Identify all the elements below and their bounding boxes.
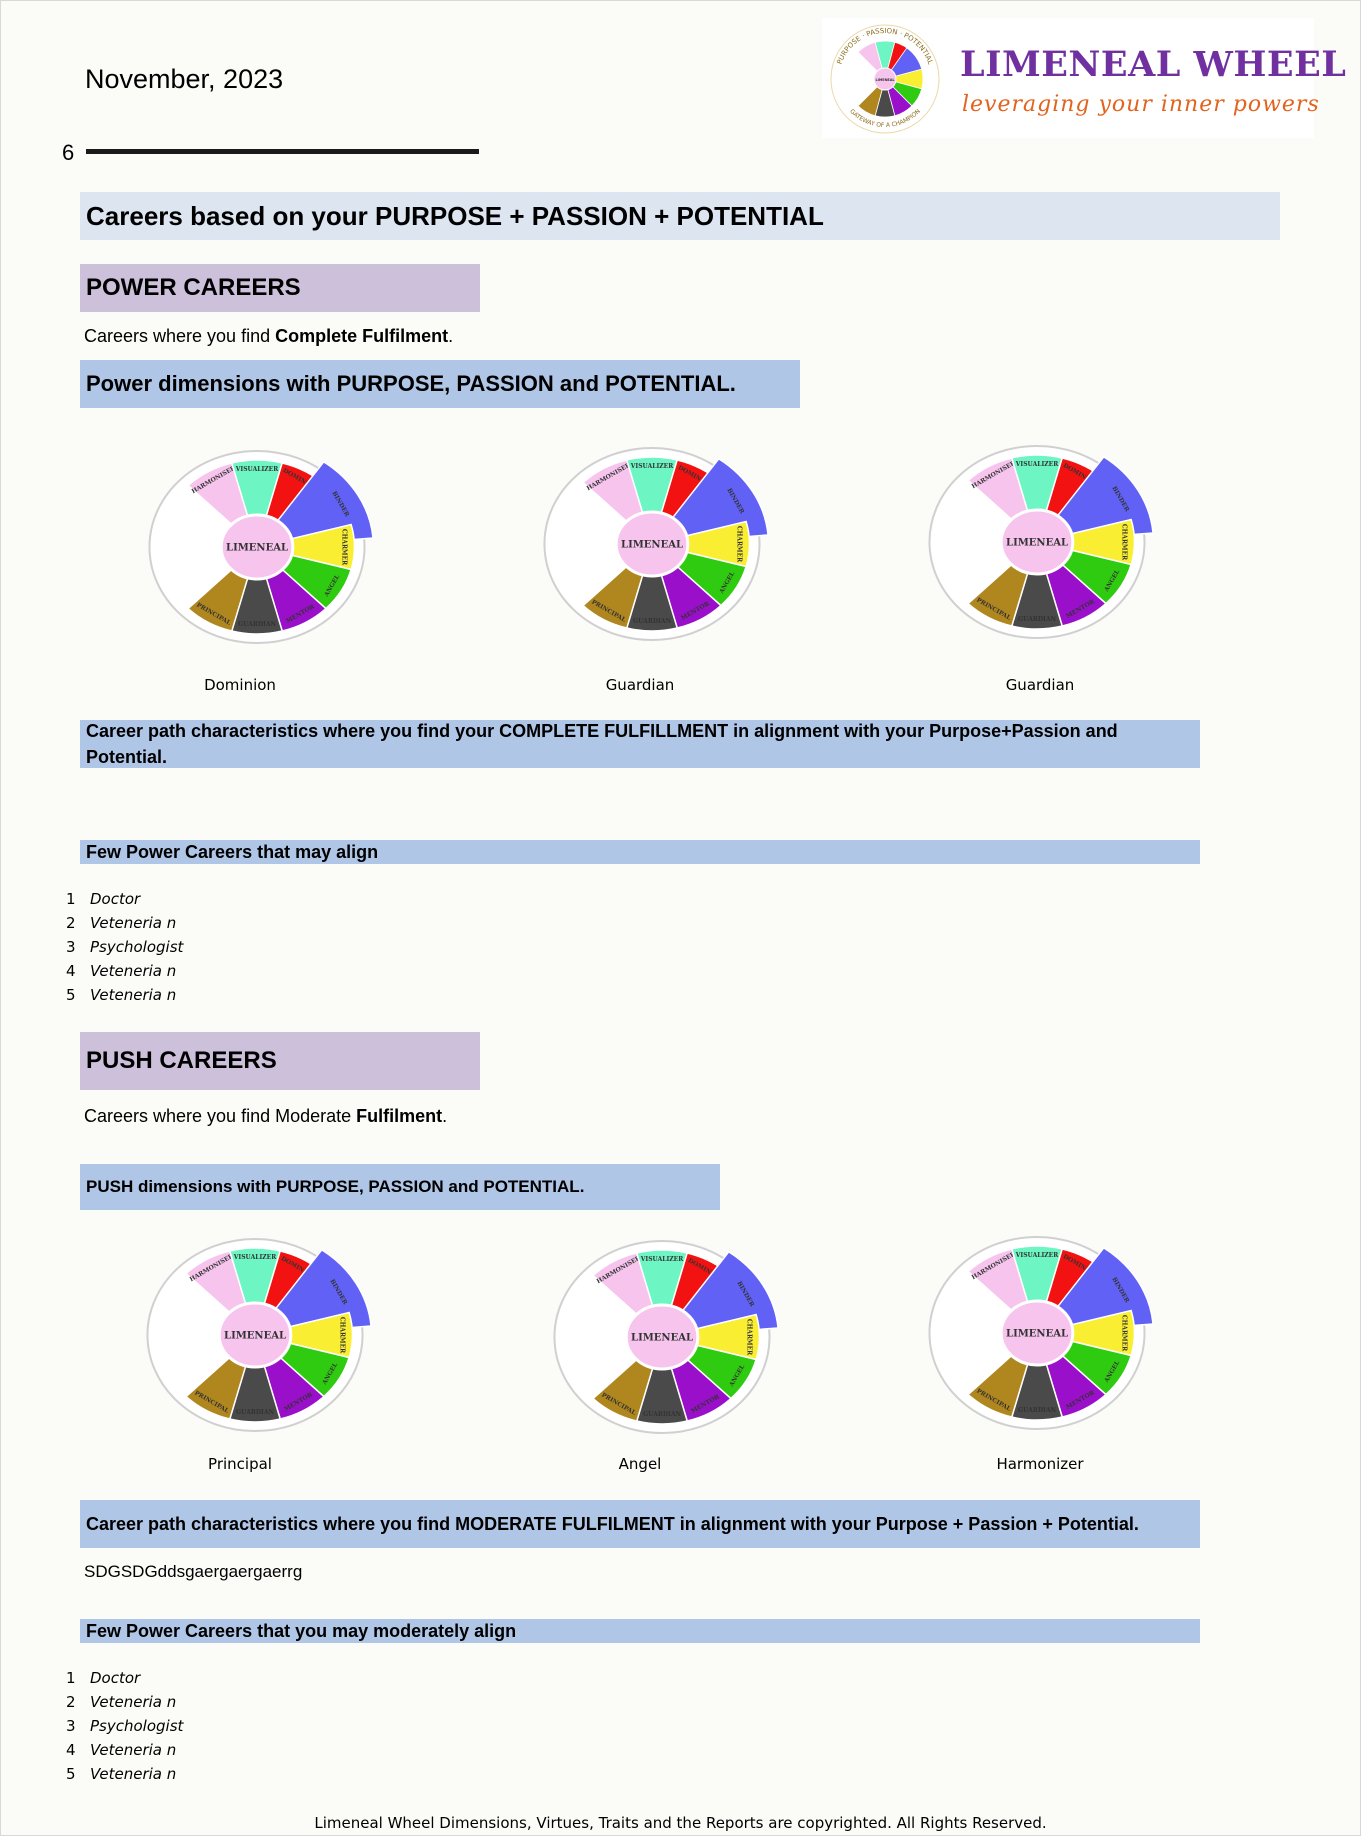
wheel-segment-label: GUARDIAN [633, 618, 671, 625]
wheel-center-label: LIMENEAL [1006, 538, 1068, 549]
wheel-segment-label: VISUALIZER [233, 1254, 277, 1261]
wheel-segment-label: CHARMER [340, 529, 347, 566]
list-item: 4 Veteneria n [66, 1741, 177, 1759]
power-wheel-caption-3: Guardian [1005, 676, 1075, 694]
push-careers-list: 1 Doctor 2 Veteneria n 3 Psychologist 4 Vete… [66, 1669, 183, 1789]
power-careers-heading: POWER CAREERS [80, 264, 480, 312]
copyright-footer: Limeneal Wheel Dimensions, Virtues, Trai… [314, 1814, 1047, 1832]
push-wheel-2: HARMONISER VISUALIZER DOMINIONBINDERCHARME… [553, 1240, 779, 1434]
wheel-segment-label: CHARMER [338, 1317, 345, 1354]
wheel-segment-label: GUARDIAN [643, 1411, 681, 1418]
wheel-segment-label: CHARMER [735, 526, 742, 563]
wheel-segment-label: GUARDIAN [1018, 1407, 1056, 1414]
header-rule [86, 149, 479, 154]
push-wheel-3: HARMONISER VISUALIZER DOMINIONBINDERCHARME… [928, 1236, 1154, 1430]
list-item: 3 Psychologist [66, 938, 184, 956]
power-wheel-caption-2: Guardian [605, 676, 675, 694]
wheel-segment-label: VISUALIZER [640, 1256, 684, 1263]
wheel-segment-label: CHARMER [1120, 1315, 1127, 1352]
power-dimensions-heading: Power dimensions with PURPOSE, PASSION a… [80, 360, 800, 408]
report-date: November, 2023 [85, 64, 284, 94]
push-characteristics-heading: Career path characteristics where you fi… [80, 1500, 1200, 1548]
wheel-center-label: LIMENEAL [226, 543, 288, 554]
wheel-segment-label: VISUALIZER [1015, 1252, 1059, 1259]
page-number: 6 [62, 140, 75, 165]
list-item: 2 Veteneria n [66, 1693, 177, 1711]
power-wheel-3: HARMONISER VISUALIZER DOMINIONBINDERCHARME… [928, 445, 1154, 639]
push-few-careers-heading: Few Power Careers that you may moderatel… [80, 1619, 1200, 1643]
list-item: 5 Veteneria n [66, 1765, 177, 1783]
logo-wheel-icon: LIMENEALPURPOSE · PASSION · POTENTIALGAT… [830, 24, 940, 134]
power-wheel-caption-1: Dominion [204, 676, 276, 694]
power-wheel-1: HARMONISER VISUALIZER DOMINIONBINDERCHARME… [148, 450, 374, 644]
push-careers-heading: PUSH CAREERS [80, 1032, 480, 1090]
wheel-segment-label: GUARDIAN [1018, 616, 1056, 623]
wheel-center-label: LIMENEAL [1006, 1329, 1068, 1340]
power-few-careers-heading: Few Power Careers that may align [80, 840, 1200, 864]
push-wheel-caption-1: Principal [208, 1455, 272, 1473]
wheel-segment-label: CHARMER [1120, 524, 1127, 561]
brand-tagline: leveraging your inner powers [962, 92, 1320, 117]
logo-center-label: LIMENEAL [875, 78, 895, 82]
page-title: Careers based on your PURPOSE + PASSION … [80, 192, 1280, 240]
list-item: 3 Psychologist [66, 1717, 184, 1735]
wheel-segment-label: VISUALIZER [235, 466, 279, 473]
power-careers-list: 1 Doctor 2 Veteneria n 3 Psychologist 4 Vete… [66, 890, 183, 1010]
power-characteristics-heading: Career path characteristics where you fi… [80, 720, 1200, 768]
wheel-center-label: LIMENEAL [621, 540, 683, 551]
wheel-segment-label: GUARDIAN [236, 1409, 274, 1416]
wheel-segment-label: VISUALIZER [630, 463, 674, 470]
wheel-center-label: LIMENEAL [631, 1333, 693, 1344]
list-item: 4 Veteneria n [66, 962, 177, 980]
list-item: 2 Veteneria n [66, 914, 177, 932]
list-item: 5 Veteneria n [66, 986, 177, 1004]
push-careers-description: Careers where you find Moderate Fulfilme… [84, 1106, 448, 1126]
wheel-segment-label: CHARMER [745, 1319, 752, 1356]
list-item: 1 Doctor [66, 1669, 141, 1687]
power-wheel-2: HARMONISER VISUALIZER DOMINIONBINDERCHARME… [543, 447, 769, 641]
push-wheel-caption-3: Harmonizer [996, 1455, 1084, 1473]
wheel-segment-label: GUARDIAN [238, 621, 276, 628]
push-characteristics-text: SDGSDGddsgaergaergaerrg [84, 1562, 303, 1581]
wheel-center-label: LIMENEAL [224, 1331, 286, 1342]
push-wheel-caption-2: Angel [618, 1455, 662, 1473]
push-dimensions-heading: PUSH dimensions with PURPOSE, PASSION an… [80, 1164, 720, 1210]
list-item: 1 Doctor [66, 890, 141, 908]
wheel-segment-label: VISUALIZER [1015, 461, 1059, 468]
push-wheel-1: HARMONISER VISUALIZER DOMINIONBINDERCHARME… [146, 1238, 372, 1432]
power-careers-description: Careers where you find Complete Fulfilme… [84, 326, 454, 346]
brand-name: LIMENEAL WHEEL [960, 44, 1347, 85]
